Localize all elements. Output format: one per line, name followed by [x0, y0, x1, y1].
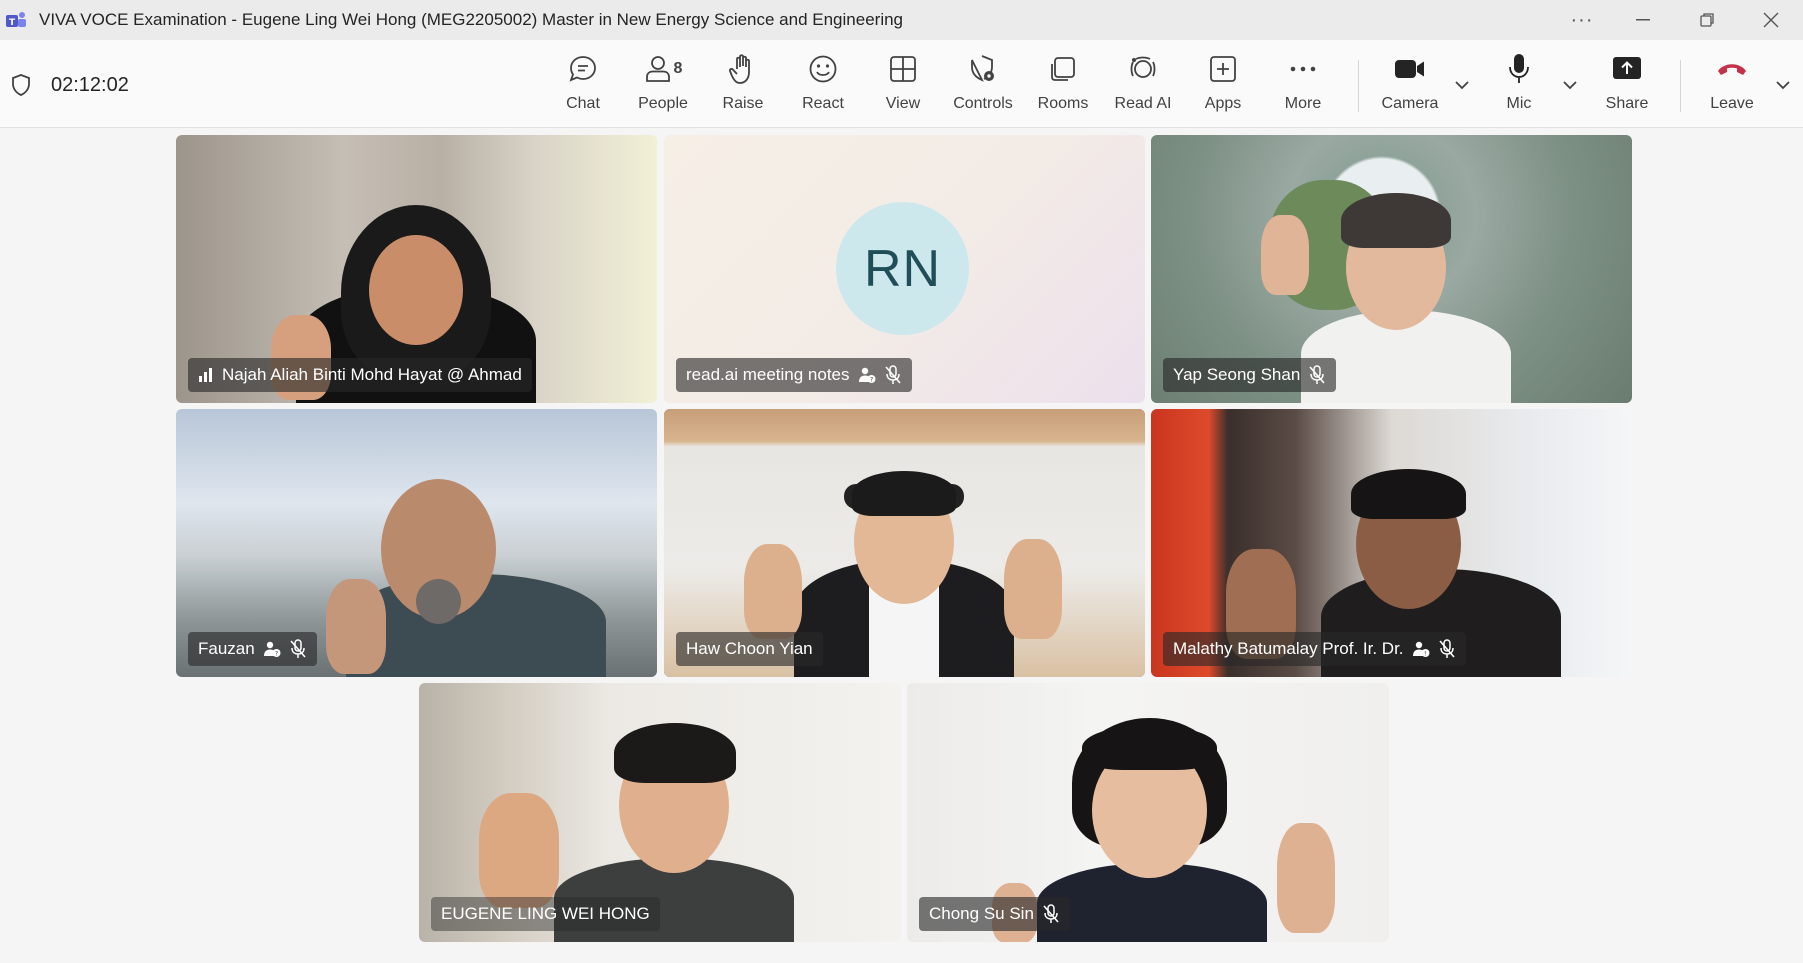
emoji-icon — [809, 55, 837, 83]
video-tile[interactable]: EUGENE LING WEI HONG — [419, 683, 901, 942]
video-tile-active-speaker[interactable]: Haw Choon Yian — [664, 409, 1145, 677]
guest-icon: ! — [1412, 641, 1430, 658]
chat-button[interactable]: Chat — [543, 52, 623, 120]
title-bar: T VIVA VOCE Examination - Eugene Ling We… — [0, 0, 1803, 40]
chat-icon — [569, 56, 596, 82]
svg-text:?: ? — [870, 377, 873, 384]
camera-button[interactable]: Camera — [1370, 52, 1450, 120]
video-tile[interactable]: Malathy Batumalay Prof. Ir. Dr. ! — [1151, 409, 1632, 677]
participant-name-tag: EUGENE LING WEI HONG — [431, 897, 660, 931]
meeting-timer: 02:12:02 — [51, 74, 129, 96]
participant-name-tag: Malathy Batumalay Prof. Ir. Dr. ! — [1163, 632, 1466, 666]
teams-logo-icon: T — [6, 12, 26, 28]
restore-icon — [1700, 13, 1714, 27]
hand-icon — [729, 54, 750, 84]
video-tile[interactable]: Fauzan ? — [176, 409, 657, 677]
grid-icon — [890, 56, 916, 82]
mic-muted-icon — [1043, 904, 1059, 923]
more-button[interactable]: More — [1263, 52, 1343, 120]
close-icon — [1763, 12, 1779, 28]
minimize-icon — [1636, 19, 1650, 21]
share-screen-icon — [1613, 57, 1641, 79]
participant-name-tag: Chong Su Sin — [919, 897, 1070, 931]
more-icon — [1290, 66, 1316, 72]
video-tile[interactable]: Yap Seong Shan — [1151, 135, 1632, 403]
rooms-icon — [1051, 57, 1075, 81]
restore-button[interactable] — [1675, 0, 1739, 40]
toolbar-divider — [1358, 60, 1359, 112]
people-button[interactable]: 8 People — [623, 52, 703, 120]
signal-strength-icon — [199, 368, 212, 382]
leave-button[interactable]: Leave — [1692, 52, 1772, 120]
read-ai-button[interactable]: Read AI — [1103, 52, 1183, 120]
view-button[interactable]: View — [863, 52, 943, 120]
leave-options-chevron-icon[interactable] — [1774, 78, 1792, 92]
more-options-icon[interactable]: ··· — [1553, 0, 1611, 40]
avatar: RN — [836, 202, 969, 335]
mic-options-chevron-icon[interactable] — [1561, 78, 1579, 92]
hang-up-icon — [1718, 64, 1746, 75]
guest-icon: ? — [858, 367, 875, 384]
guest-icon: ? — [263, 641, 281, 658]
minimize-button[interactable] — [1611, 0, 1675, 40]
shield-icon[interactable] — [10, 73, 32, 97]
controls-button[interactable]: Controls — [943, 52, 1023, 120]
share-button[interactable]: Share — [1587, 52, 1667, 120]
mic-muted-icon — [1438, 639, 1455, 658]
participant-name-tag: read.ai meeting notes ? — [676, 358, 912, 392]
rooms-button[interactable]: Rooms — [1023, 52, 1103, 120]
participant-name-tag: Fauzan ? — [188, 632, 317, 666]
close-button[interactable] — [1739, 0, 1803, 40]
add-app-icon — [1210, 56, 1236, 82]
camera-icon — [1395, 60, 1424, 78]
mic-muted-icon — [1309, 365, 1325, 384]
participant-name-tag: Yap Seong Shan — [1163, 358, 1337, 392]
video-tile[interactable]: Najah Aliah Binti Mohd Hayat @ Ahmad — [176, 135, 657, 403]
participant-name-tag: Najah Aliah Binti Mohd Hayat @ Ahmad — [188, 358, 532, 392]
svg-text:T: T — [9, 18, 16, 28]
react-button[interactable]: React — [783, 52, 863, 120]
mic-muted-icon — [290, 639, 306, 658]
microphone-icon — [1509, 54, 1529, 83]
people-icon — [645, 56, 670, 82]
apps-button[interactable]: Apps — [1183, 52, 1263, 120]
video-tile[interactable]: RN read.ai meeting notes ? — [664, 135, 1145, 403]
toolbar-divider — [1680, 60, 1681, 112]
camera-options-chevron-icon[interactable] — [1453, 78, 1471, 92]
read-ai-icon — [1130, 56, 1156, 78]
raise-hand-button[interactable]: Raise — [703, 52, 783, 120]
svg-text:!: ! — [1424, 651, 1426, 658]
window-title: VIVA VOCE Examination - Eugene Ling Wei … — [39, 10, 904, 29]
mic-muted-icon — [884, 365, 901, 384]
participant-name-tag: Haw Choon Yian — [676, 632, 823, 666]
svg-text:?: ? — [275, 651, 278, 658]
people-count: 8 — [673, 60, 683, 77]
shield-settings-icon — [971, 55, 994, 82]
video-tile[interactable]: Chong Su Sin — [907, 683, 1389, 942]
mic-button[interactable]: Mic — [1479, 52, 1559, 120]
meeting-toolbar: 02:12:02 Chat 8 People Raise React View … — [0, 40, 1803, 128]
